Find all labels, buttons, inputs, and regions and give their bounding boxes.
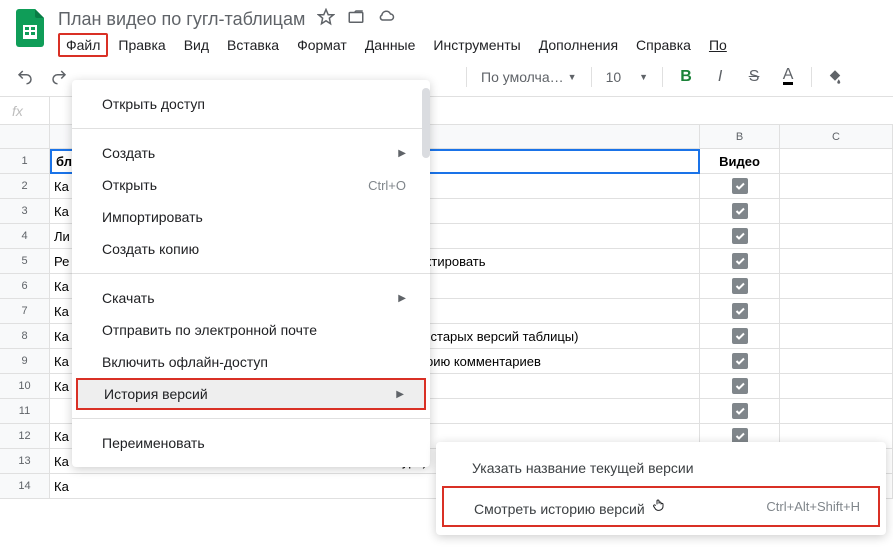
bold-button[interactable]: B [671,62,701,92]
menu-item[interactable]: Отправить по электронной почте [72,314,430,346]
row-header[interactable]: 5 [0,249,50,274]
checkbox-icon[interactable] [732,178,748,194]
menu-формат[interactable]: Формат [289,33,355,57]
row-header[interactable]: 14 [0,474,50,499]
document-title[interactable]: План видео по гугл-таблицам [58,9,305,30]
cell[interactable] [700,199,780,224]
font-size-dropdown[interactable]: 10▼ [600,69,655,85]
menu-по[interactable]: По [701,33,735,57]
row-header[interactable]: 2 [0,174,50,199]
chevron-right-icon: ▶ [398,293,406,304]
cell[interactable] [780,224,893,249]
menu-инструменты[interactable]: Инструменты [425,33,528,57]
cell[interactable] [700,299,780,324]
cell[interactable] [780,199,893,224]
menubar: ФайлПравкаВидВставкаФорматДанныеИнструме… [58,33,883,57]
menu-item[interactable]: Импортировать [72,201,430,233]
checkbox-icon[interactable] [732,253,748,269]
menu-item[interactable]: Создать▶ [72,137,430,169]
cloud-icon[interactable] [377,8,395,31]
menu-дополнения[interactable]: Дополнения [531,33,626,57]
cell[interactable] [700,324,780,349]
checkbox-icon[interactable] [732,378,748,394]
menu-item[interactable]: История версий▶ [76,378,426,410]
menu-правка[interactable]: Правка [110,33,173,57]
menu-item[interactable]: Переименовать [72,427,430,459]
cell[interactable] [780,324,893,349]
move-icon[interactable] [347,8,365,31]
menu-файл[interactable]: Файл [58,33,108,57]
chevron-right-icon: ▶ [398,148,406,159]
font-family-dropdown[interactable]: По умолча…▼ [475,69,583,85]
row-header[interactable]: 8 [0,324,50,349]
row-header[interactable]: 3 [0,199,50,224]
fx-label: fx [0,97,50,124]
sheets-logo[interactable] [10,8,50,48]
menu-данные[interactable]: Данные [357,33,424,57]
redo-button[interactable] [44,62,74,92]
checkbox-icon[interactable] [732,303,748,319]
cell[interactable] [700,349,780,374]
cell[interactable] [700,249,780,274]
checkbox-icon[interactable] [732,203,748,219]
menu-вставка[interactable]: Вставка [219,33,287,57]
version-history-submenu: Указать название текущей версииСмотреть … [436,442,886,535]
submenu-item[interactable]: Смотреть историю версийCtrl+Alt+Shift+H [442,486,880,527]
menu-item[interactable]: ОткрытьCtrl+O [72,169,430,201]
menu-item[interactable]: Создать копию [72,233,430,265]
row-header[interactable]: 7 [0,299,50,324]
cell[interactable] [700,374,780,399]
cell[interactable] [700,399,780,424]
italic-button[interactable]: I [705,62,735,92]
cell[interactable] [780,274,893,299]
fill-color-button[interactable] [820,62,850,92]
cell[interactable] [780,174,893,199]
menu-item[interactable]: Скачать▶ [72,282,430,314]
select-all-corner[interactable] [0,125,50,149]
row-header[interactable]: 10 [0,374,50,399]
undo-button[interactable] [10,62,40,92]
cell[interactable]: Видео [700,149,780,174]
cell[interactable] [780,249,893,274]
row-header[interactable]: 11 [0,399,50,424]
chevron-right-icon: ▶ [396,389,404,400]
row-header[interactable]: 6 [0,274,50,299]
column-header[interactable]: B [700,125,780,149]
cell[interactable] [780,349,893,374]
checkbox-icon[interactable] [732,403,748,419]
cell[interactable] [780,399,893,424]
cell[interactable] [780,299,893,324]
menu-item[interactable]: Открыть доступ [72,88,430,120]
row-header[interactable]: 12 [0,424,50,449]
strikethrough-button[interactable]: S [739,62,769,92]
cell[interactable] [700,274,780,299]
text-color-button[interactable]: A [773,62,803,92]
submenu-item[interactable]: Указать название текущей версии [436,450,886,486]
star-icon[interactable] [317,8,335,31]
cell[interactable] [780,374,893,399]
column-header[interactable]: C [780,125,893,149]
checkbox-icon[interactable] [732,228,748,244]
row-header[interactable]: 9 [0,349,50,374]
menu-item[interactable]: Включить офлайн-доступ [72,346,430,378]
menu-справка[interactable]: Справка [628,33,699,57]
row-header[interactable]: 1 [0,149,50,174]
row-header[interactable]: 13 [0,449,50,474]
cursor-pointer-icon [651,496,667,517]
cell[interactable] [700,174,780,199]
file-menu-dropdown: Открыть доступ Создать▶ОткрытьCtrl+OИмпор… [72,80,430,467]
checkbox-icon[interactable] [732,328,748,344]
checkbox-icon[interactable] [732,353,748,369]
cell[interactable] [700,224,780,249]
checkbox-icon[interactable] [732,278,748,294]
row-header[interactable]: 4 [0,224,50,249]
menu-вид[interactable]: Вид [176,33,217,57]
cell[interactable] [780,149,893,174]
